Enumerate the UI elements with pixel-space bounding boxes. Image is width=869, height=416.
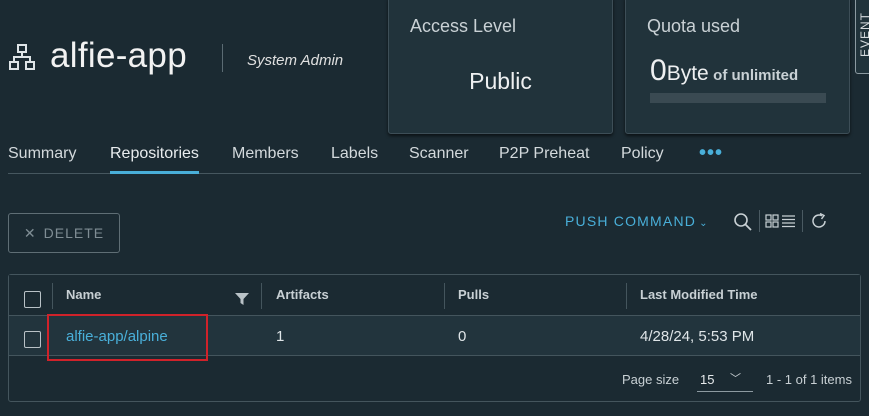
access-level-value: Public <box>469 68 532 94</box>
quota-progress-bar <box>650 93 826 103</box>
tab-labels[interactable]: Labels <box>331 145 378 174</box>
tab-summary[interactable]: Summary <box>8 145 76 174</box>
quota-card: Quota used 0Byte of unlimited <box>625 0 850 134</box>
column-header-name[interactable]: Name <box>66 287 101 302</box>
tab-members[interactable]: Members <box>232 145 299 174</box>
page-size-label: Page size <box>622 372 680 387</box>
tab-scanner[interactable]: Scanner <box>409 145 469 174</box>
event-side-tab-label: EVENT <box>858 11 869 57</box>
filter-icon[interactable] <box>235 293 249 305</box>
project-tree-icon <box>9 44 35 70</box>
quota-unit: Byte <box>666 62 709 85</box>
column-header-pulls[interactable]: Pulls <box>458 287 489 302</box>
pagination-range: 1 - 1 of 1 items <box>766 372 852 387</box>
quota-suffix: of unlimited <box>713 67 799 84</box>
column-header-artifacts[interactable]: Artifacts <box>276 287 329 302</box>
pulls-count: 0 <box>458 328 467 345</box>
access-level-label: Access Level <box>410 16 517 36</box>
column-separator <box>626 283 627 309</box>
page-size-value: 15 <box>700 372 715 387</box>
delete-button[interactable]: ✕ DELETE <box>8 213 120 253</box>
column-separator <box>261 283 262 309</box>
highlight-annotation <box>47 314 208 361</box>
push-command-label: PUSH COMMAND <box>565 213 697 229</box>
quota-label: Quota used <box>647 16 741 36</box>
delete-button-label: DELETE <box>43 225 105 241</box>
project-tabs: Summary Repositories Members Labels Scan… <box>8 142 861 174</box>
column-separator <box>444 283 445 309</box>
tab-p2p-preheat[interactable]: P2P Preheat <box>499 145 589 174</box>
repositories-table: Name Artifacts Pulls Last Modified Time … <box>8 274 861 402</box>
tab-policy[interactable]: Policy <box>621 145 664 174</box>
toolbar-separator <box>802 210 803 232</box>
event-side-tab[interactable]: EVENT <box>855 0 869 74</box>
quota-number: 0 <box>650 54 667 87</box>
page-size-select[interactable]: 15 ﹀ <box>697 366 753 392</box>
chevron-down-icon: ﹀ <box>730 373 741 385</box>
select-all-checkbox[interactable] <box>24 291 41 308</box>
table-footer: Page size 15 ﹀ 1 - 1 of 1 items <box>9 357 860 401</box>
last-modified-time: 4/28/24, 5:53 PM <box>640 328 755 345</box>
title-divider <box>222 44 223 72</box>
close-icon: ✕ <box>23 224 37 241</box>
toolbar-separator <box>759 210 760 232</box>
search-icon[interactable] <box>733 212 753 232</box>
row-checkbox[interactable] <box>24 331 41 348</box>
table-header: Name Artifacts Pulls Last Modified Time <box>9 275 860 316</box>
tab-repositories[interactable]: Repositories <box>110 145 199 174</box>
access-level-card: Access Level Public <box>388 0 613 134</box>
quota-value: 0Byte of unlimited <box>650 54 798 88</box>
chevron-down-icon: ⌄ <box>699 218 709 229</box>
column-separator <box>52 283 53 309</box>
refresh-icon[interactable] <box>810 212 828 230</box>
more-tabs-button[interactable]: ••• <box>699 142 723 165</box>
view-toggle-icon[interactable] <box>765 214 797 228</box>
page-title: alfie-app <box>50 36 187 75</box>
push-command-dropdown[interactable]: PUSH COMMAND ⌄ <box>565 213 709 229</box>
column-header-last-modified[interactable]: Last Modified Time <box>640 287 758 302</box>
artifacts-count: 1 <box>276 328 285 345</box>
role-label: System Admin <box>247 52 344 69</box>
